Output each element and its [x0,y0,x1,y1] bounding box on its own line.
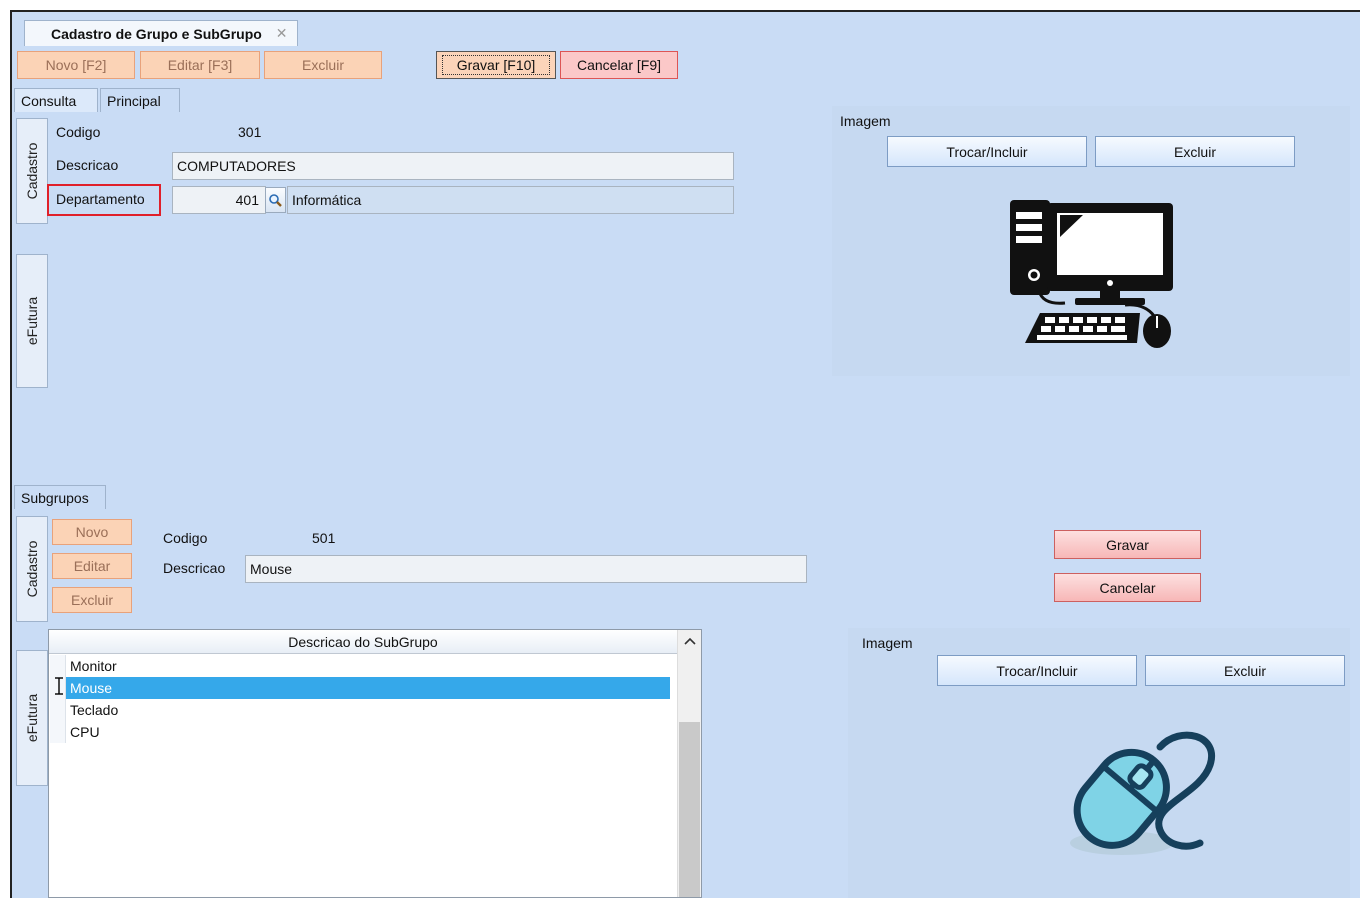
descricao-label: Descricao [56,157,119,173]
sub-gravar-button[interactable]: Gravar [1054,530,1201,559]
magnifier-icon[interactable] [265,187,286,213]
computer-icon [1005,195,1180,353]
document-tab-title: Cadastro de Grupo e SubGrupo [51,25,262,42]
table-cell: CPU [70,724,100,740]
tab-principal[interactable]: Principal [100,88,180,112]
novo-button[interactable]: Novo [F2] [17,51,135,79]
sub-excluir-button[interactable]: Excluir [52,587,132,613]
sub-imagem-label: Imagem [862,635,913,651]
gravar-button[interactable]: Gravar [F10] [436,51,556,79]
departamento-name-field: Informática [287,186,734,214]
grid-header-descricao[interactable]: Descricao do SubGrupo [49,630,677,654]
text-cursor-icon [53,676,65,696]
side-tab-efutura[interactable]: eFutura [16,254,48,388]
excluir-button[interactable]: Excluir [264,51,382,79]
side-tab-efutura-label: eFutura [24,296,40,346]
sub-side-tab-cadastro-label: Cadastro [24,540,40,598]
descricao-field[interactable]: COMPUTADORES [172,152,734,180]
sub-trocar-button[interactable]: Trocar/Incluir [937,655,1137,686]
sub-side-tab-efutura-label: eFutura [24,693,40,743]
tab-subgrupos[interactable]: Subgrupos [14,485,106,509]
grupo-trocar-button[interactable]: Trocar/Incluir [887,136,1087,167]
gravar-button-label: Gravar [F10] [441,55,551,75]
table-row-selected[interactable]: Mouse [50,677,670,699]
cancelar-button[interactable]: Cancelar [F9] [560,51,678,79]
vertical-scrollbar[interactable] [677,630,701,897]
scrollbar-thumb[interactable] [679,722,700,897]
sub-excluir-image-button[interactable]: Excluir [1145,655,1345,686]
sub-cancelar-button[interactable]: Cancelar [1054,573,1201,602]
table-cell: Mouse [70,680,113,696]
tab-consulta[interactable]: Consulta [14,88,98,112]
subgrupo-grid[interactable]: Descricao do SubGrupo Monitor Mouse Tecl… [48,629,702,898]
table-row[interactable]: Teclado [50,699,670,721]
mouse-icon [1060,725,1220,860]
sub-editar-button[interactable]: Editar [52,553,132,579]
grupo-excluir-image-button[interactable]: Excluir [1095,136,1295,167]
departamento-code-field[interactable]: 401 [172,186,266,214]
sub-codigo-value: 501 [312,530,336,546]
chevron-up-icon[interactable] [678,630,701,652]
side-tab-cadastro[interactable]: Cadastro [16,118,48,224]
sub-side-tab-cadastro[interactable]: Cadastro [16,516,48,622]
codigo-value: 301 [238,124,262,140]
sub-codigo-label: Codigo [163,530,208,546]
sub-descricao-field[interactable]: Mouse [245,555,807,583]
table-row[interactable]: CPU [50,721,670,743]
grupo-imagem-label: Imagem [840,113,891,129]
table-cell: Monitor [70,658,117,674]
sub-side-tab-efutura[interactable]: eFutura [16,650,48,786]
side-tab-cadastro-label: Cadastro [24,142,40,200]
close-icon[interactable]: ✕ [276,25,288,42]
sub-novo-button[interactable]: Novo [52,519,132,545]
document-tab[interactable]: Cadastro de Grupo e SubGrupo ✕ [24,20,298,46]
table-cell: Teclado [70,702,119,718]
editar-button[interactable]: Editar [F3] [140,51,260,79]
sub-descricao-label: Descricao [163,560,226,576]
codigo-label: Codigo [56,124,101,140]
row-indicator-column [50,655,66,743]
table-row[interactable]: Monitor [50,655,670,677]
departamento-label: Departamento [56,191,145,207]
